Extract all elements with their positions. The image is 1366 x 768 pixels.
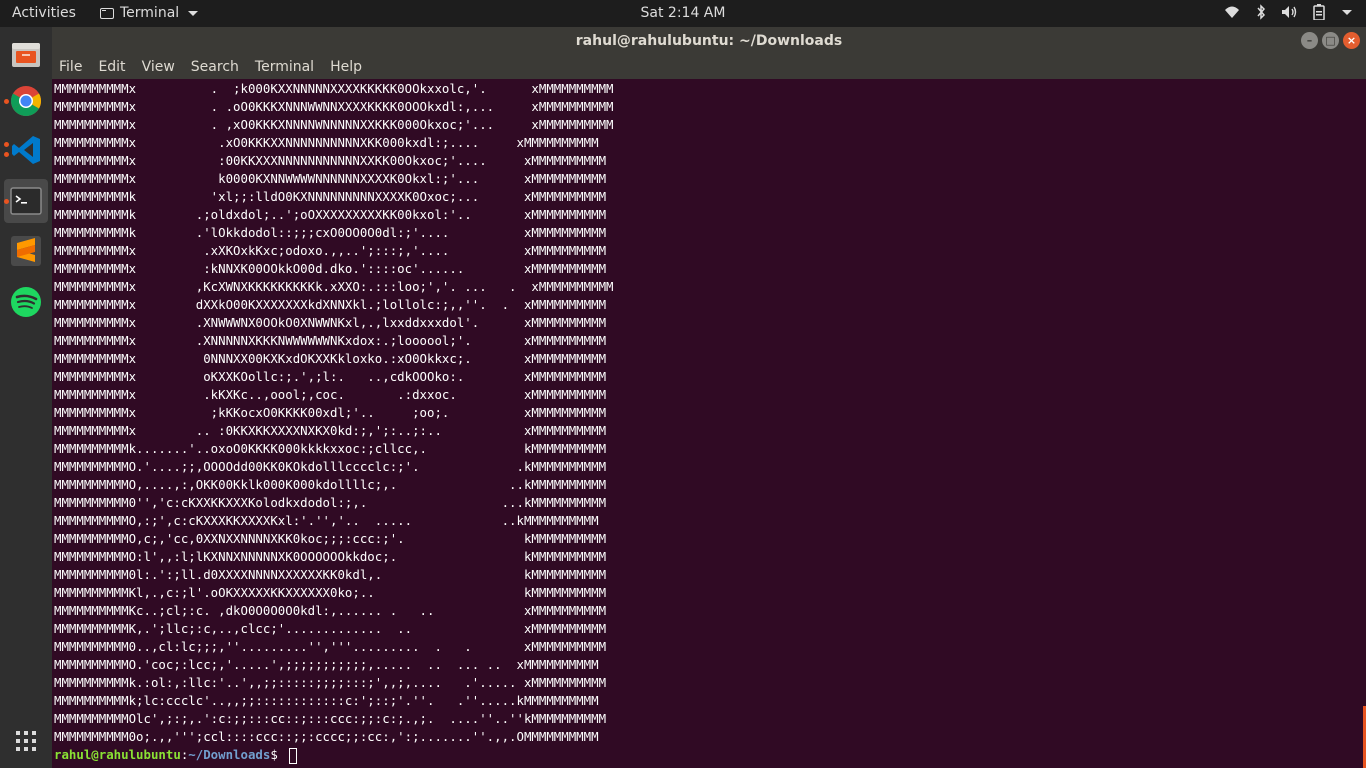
terminal-line: MMMMMMMMMMO:l',,:l;lKXNNXNNNNNXK0OOOOOOk…	[54, 549, 607, 564]
running-indicator	[4, 99, 9, 104]
terminal-line: MMMMMMMMMMx . ,xO0KKKXNNNNWNNNNNXXKKK000…	[54, 117, 614, 132]
files-app[interactable]	[4, 33, 48, 77]
terminal-line: MMMMMMMMMMO.'coc;:lcc;,'.....',;;;;;;;;;…	[54, 657, 599, 672]
menu-terminal[interactable]: Terminal	[255, 59, 314, 75]
terminal-line: MMMMMMMMMMOlc',;:;,.':c:;;:::cc::;:::ccc…	[54, 711, 607, 726]
chrome-icon	[10, 86, 42, 117]
menu-file[interactable]: File	[59, 59, 82, 75]
terminal-line: MMMMMMMMMMk 'xl;;:lldO0KXNNNNNNNNNXXXXK0…	[54, 189, 607, 204]
terminal-line: MMMMMMMMMMk.:ol:,:llc:'..',,;;:::::;;;;:…	[54, 675, 607, 690]
volume-icon[interactable]	[1281, 3, 1298, 21]
vscode-icon	[12, 136, 40, 164]
wifi-icon[interactable]	[1223, 3, 1240, 21]
vscode-app[interactable]	[4, 128, 48, 172]
prompt-dollar: $	[270, 747, 286, 762]
terminal-line: MMMMMMMMMMO,:;',c:cKXXXKKXXXXKxl:'.'','.…	[54, 513, 599, 528]
terminal-line: MMMMMMMMMM0'','c:cKXXKKXXXKolodkxdodol:;…	[54, 495, 607, 510]
bluetooth-icon[interactable]	[1252, 3, 1269, 21]
menu-search[interactable]: Search	[191, 59, 239, 75]
terminal-line: MMMMMMMMMMx ;kKKocxO0KKKK00xdl;'.. ;oo;.…	[54, 405, 607, 420]
spotify-app[interactable]	[4, 280, 48, 324]
running-indicator	[4, 199, 9, 204]
prompt-user: rahul@rahulubuntu	[54, 747, 181, 762]
terminal-line: MMMMMMMMMMx oKXXKOollc:;.',;l:. ..,cdkOO…	[54, 369, 607, 384]
running-indicator	[4, 152, 9, 157]
shell-prompt[interactable]: rahul@rahulubuntu:~/Downloads$	[54, 746, 298, 764]
spotify-icon	[11, 287, 41, 317]
terminal-small-icon	[100, 7, 114, 19]
close-button[interactable]: ×	[1343, 32, 1360, 49]
terminal-line: MMMMMMMMMMKl,.,c:;l'.oOKXXXXXKKXXXXXX0ko…	[54, 585, 607, 600]
menu-bar: File Edit View Search Terminal Help	[52, 55, 1366, 79]
terminal-line: MMMMMMMMMMKc..;cl;:c. ,dkO0O0O0O0kdl:,..…	[54, 603, 607, 618]
terminal-window: rahul@rahulubuntu: ~/Downloads – □ × Fil…	[52, 27, 1366, 768]
terminal-output[interactable]: MMMMMMMMMMx . ;k000KXXNNNNNXXXXKKKKK0OOk…	[52, 79, 1366, 768]
terminal-line: MMMMMMMMMMx .xXKOxkKxc;odoxo.,,..';:::;,…	[54, 243, 607, 258]
ascii-art-output: MMMMMMMMMMx . ;k000KXXNNNNNXXXXKKKKK0OOk…	[54, 80, 614, 746]
grid-icon	[16, 731, 36, 751]
activities-button[interactable]: Activities	[12, 5, 76, 21]
system-tray[interactable]	[1223, 3, 1352, 21]
terminal-line: MMMMMMMMMMx k0000KXNNWWWWNNNNNNXXXXK0Okx…	[54, 171, 607, 186]
menu-help[interactable]: Help	[330, 59, 362, 75]
terminal-line: MMMMMMMMMMk.......'..oxoO0KKKK000kkkkxxo…	[54, 441, 607, 456]
prompt-path: ~/Downloads	[188, 747, 271, 762]
terminal-line: MMMMMMMMMMx :00KKXXXNNNNNNNNNNNXXKK00Okx…	[54, 153, 607, 168]
top-bar: Activities Terminal Sat 2:14 AM	[0, 0, 1366, 27]
chrome-app[interactable]	[4, 79, 48, 123]
window-titlebar[interactable]: rahul@rahulubuntu: ~/Downloads – □ ×	[52, 27, 1366, 55]
terminal-line: MMMMMMMMMMx dXXkO00KXXXXXXXkdXNNXkl.;lol…	[54, 297, 607, 312]
terminal-line: MMMMMMMMMMx .XNWWWNX0OOkO0XNWWNKxl,.,lxx…	[54, 315, 607, 330]
battery-icon[interactable]	[1310, 3, 1327, 21]
terminal-app[interactable]	[4, 179, 48, 223]
terminal-line: MMMMMMMMMM0o;.,,''';ccl::::ccc::;;:cccc;…	[54, 729, 599, 744]
terminal-icon	[10, 187, 42, 215]
window-title: rahul@rahulubuntu: ~/Downloads	[575, 33, 843, 49]
terminal-line: MMMMMMMMMMx . ;k000KXXNNNNNXXXXKKKKK0OOk…	[54, 81, 614, 96]
terminal-line: MMMMMMMMMMx .xO0KKKXXNNNNNNNNNNXKK000kxd…	[54, 135, 599, 150]
terminal-line: MMMMMMMMMMO,....,:,OKK00Kklk000K000kdoll…	[54, 477, 607, 492]
dock	[0, 27, 52, 768]
app-menu-label: Terminal	[120, 5, 180, 21]
terminal-line: MMMMMMMMMMO.'....;;,OOOOdd00KK0KOkdolllc…	[54, 459, 607, 474]
sublime-app[interactable]	[4, 229, 48, 273]
menu-edit[interactable]: Edit	[98, 59, 125, 75]
terminal-line: MMMMMMMMMMk .'lOkkdodol::;;;cxO0OO0O0dl:…	[54, 225, 607, 240]
menu-view[interactable]: View	[142, 59, 175, 75]
caret-icon[interactable]	[1342, 9, 1352, 15]
terminal-line: MMMMMMMMMMK,.';llc;:c,..,clcc;'.........…	[54, 621, 607, 636]
files-icon	[12, 43, 40, 67]
app-menu[interactable]: Terminal	[100, 5, 199, 21]
maximize-button[interactable]: □	[1322, 32, 1339, 49]
chevron-down-icon	[188, 10, 199, 16]
terminal-line: MMMMMMMMMM0..,cl:lc;;;,''.........'','''…	[54, 639, 607, 654]
minimize-button[interactable]: –	[1301, 32, 1318, 49]
terminal-line: MMMMMMMMMMx .XNNNNNXKKKNWWWWWWNKxdox:.;l…	[54, 333, 607, 348]
terminal-line: MMMMMMMMMMx .. :0KKXKKXXXXNXKX0kd:;,';:.…	[54, 423, 607, 438]
terminal-line: MMMMMMMMMMk;lc:ccclc'..,,;;::::::::::::c…	[54, 693, 599, 708]
sublime-icon	[11, 236, 41, 266]
terminal-line: MMMMMMMMMMx :kNNXK00OOkkO00d.dko.'::::oc…	[54, 261, 607, 276]
terminal-line: MMMMMMMMMMk .;oldxdol;..';oOXXXXXXXXXKK0…	[54, 207, 607, 222]
running-indicator	[4, 142, 9, 147]
terminal-line: MMMMMMMMMM0l:.':;ll.d0XXXXNNNNXXXXXXKK0k…	[54, 567, 607, 582]
clock[interactable]: Sat 2:14 AM	[641, 5, 726, 21]
text-cursor	[289, 747, 298, 764]
terminal-line: MMMMMMMMMMO,c;,'cc,0XXNXXNNNNXKK0koc;;;:…	[54, 531, 607, 546]
show-applications-button[interactable]	[4, 719, 48, 763]
terminal-line: MMMMMMMMMMx ,KcXWNXKKKKKKKKKk.xXXO:.:::l…	[54, 279, 614, 294]
terminal-line: MMMMMMMMMMx . .oO0KKKXNNNWWNNXXXXKKKK0OO…	[54, 99, 614, 114]
terminal-line: MMMMMMMMMMx 0NNNXX00KXKxdOKXXKkloxko.:xO…	[54, 351, 607, 366]
terminal-line: MMMMMMMMMMx .kKXKc..,oool;,coc. .:dxxoc.…	[54, 387, 607, 402]
